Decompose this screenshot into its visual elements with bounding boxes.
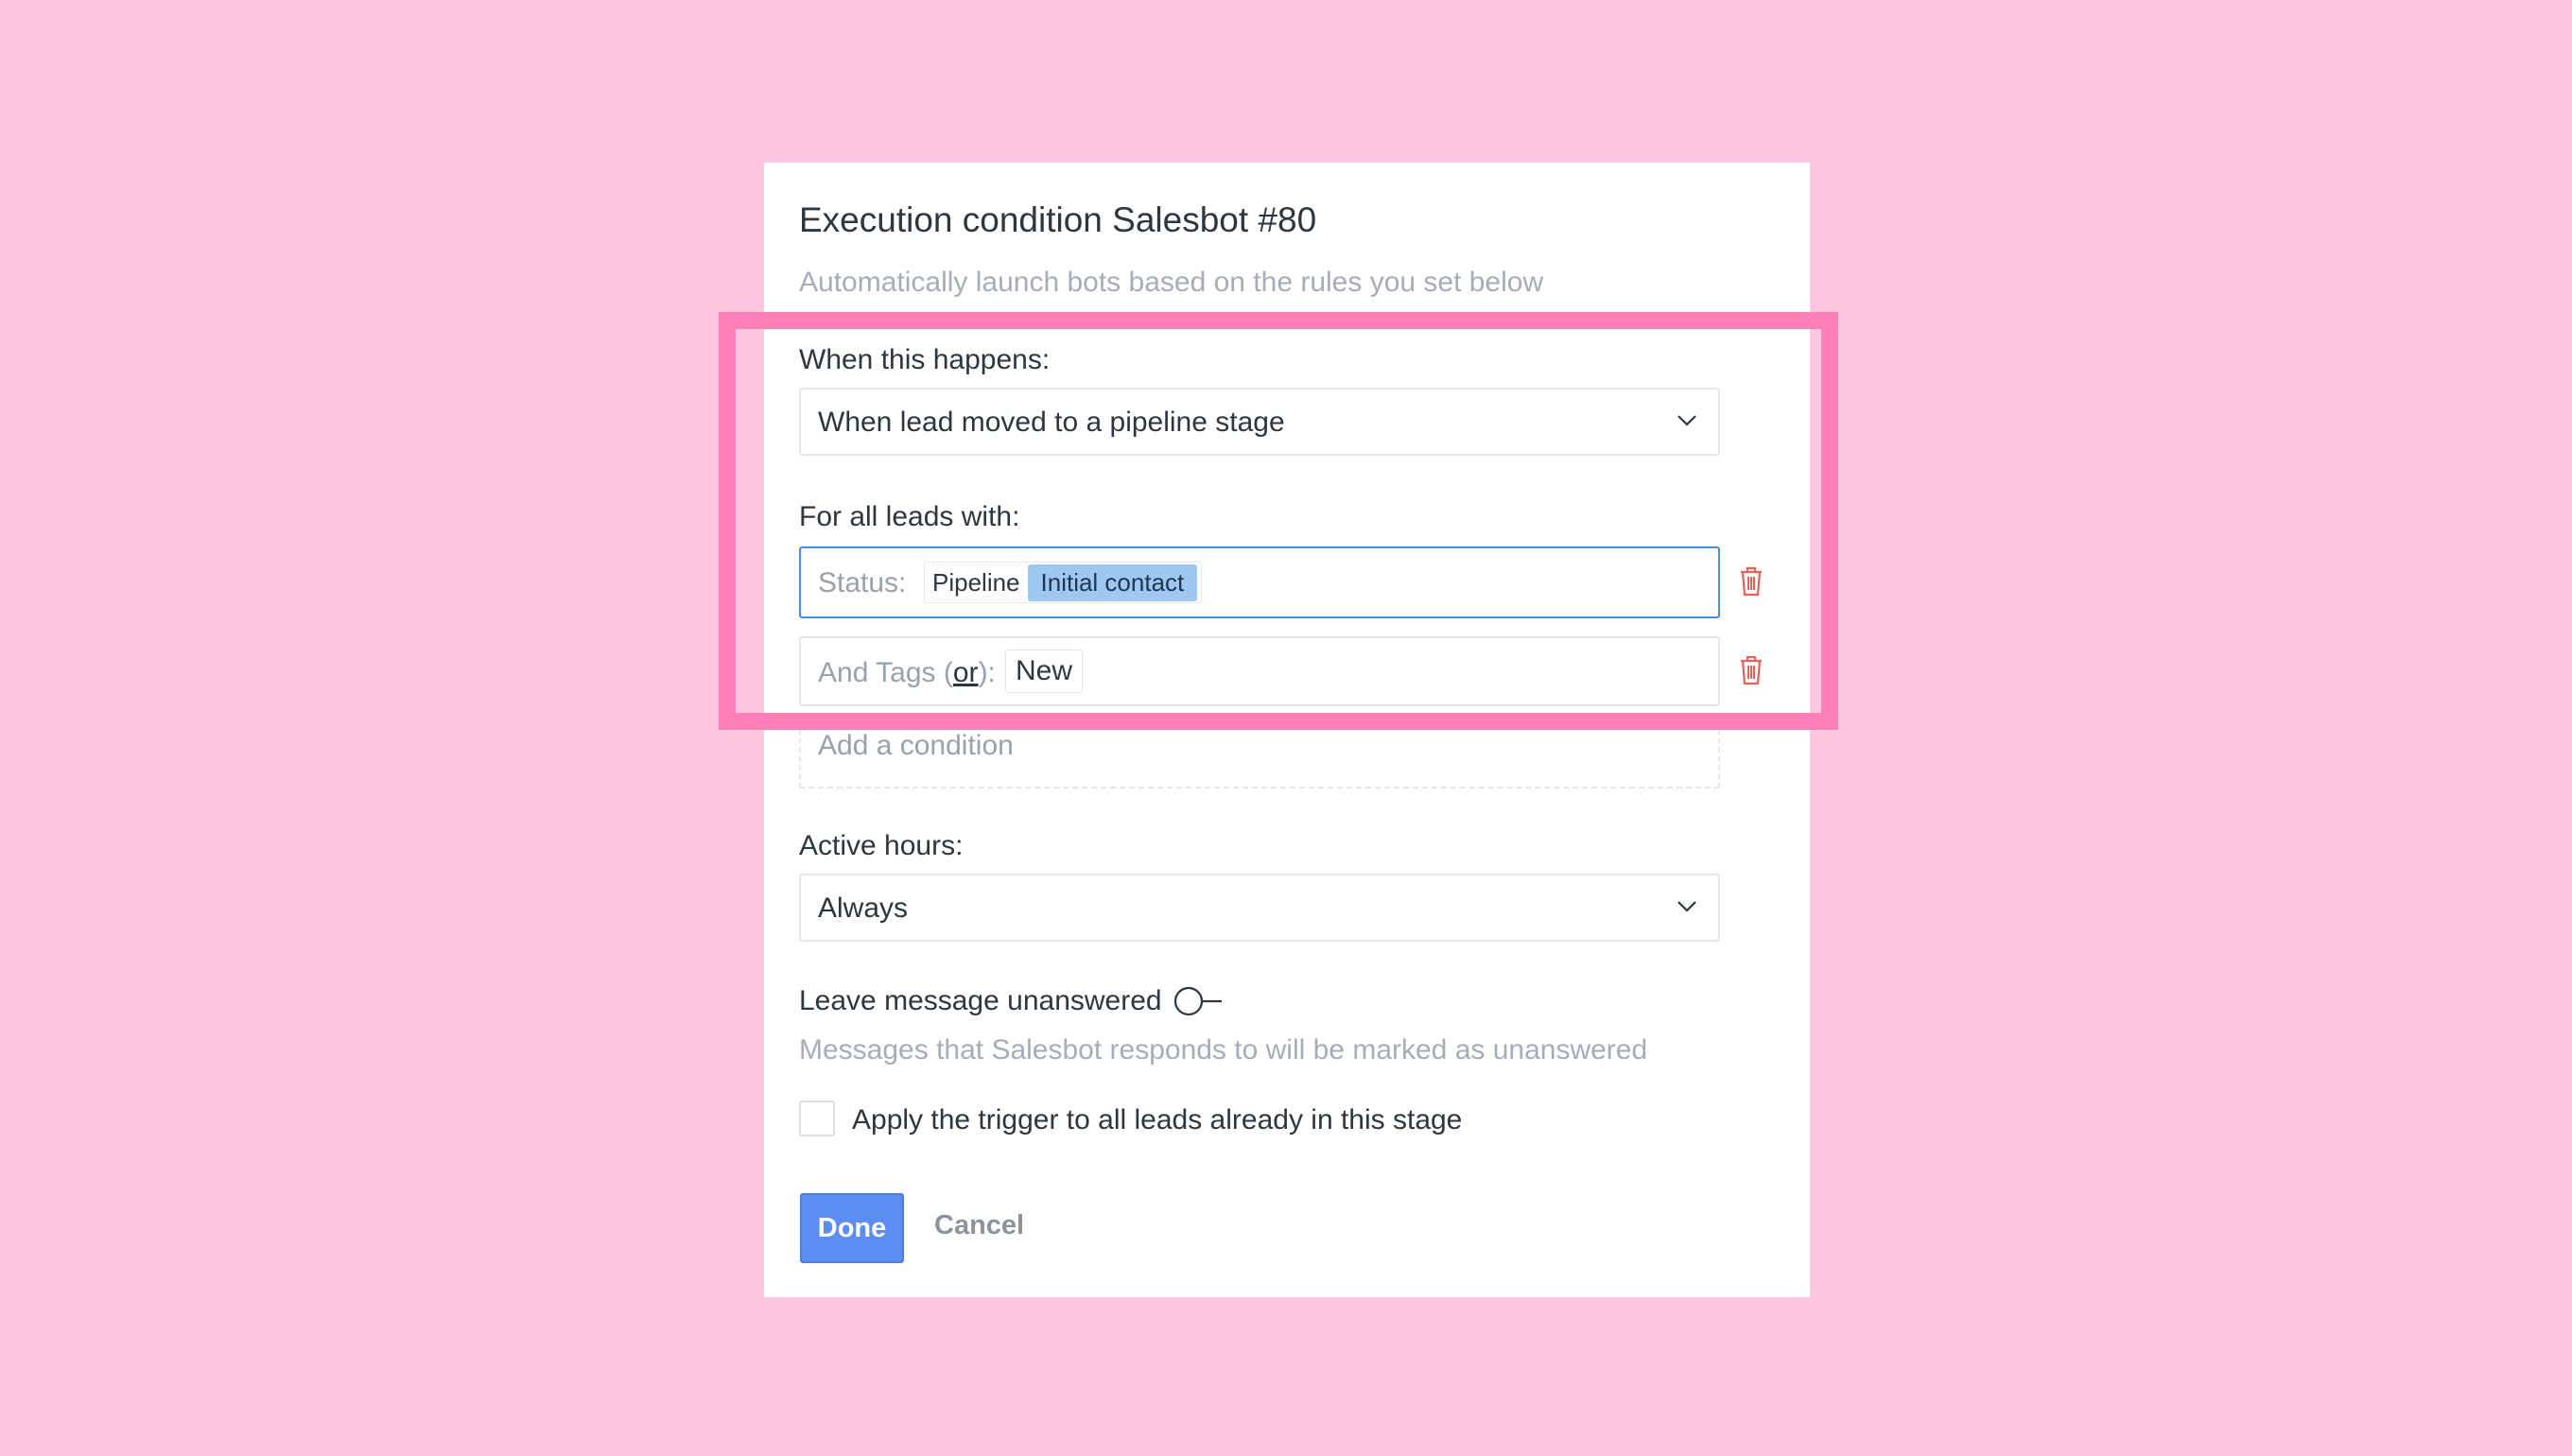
trigger-select[interactable]: When lead moved to a pipeline stage: [799, 388, 1720, 456]
apply-all-label: Apply the trigger to all leads already i…: [852, 1104, 1463, 1135]
trash-icon[interactable]: [1738, 565, 1764, 598]
tags-prefix: And Tags (or):: [818, 657, 996, 688]
unanswered-label: Leave message unanswered: [799, 985, 1162, 1016]
trigger-label: When this happens:: [799, 344, 1051, 375]
chevron-down-icon: [1677, 415, 1696, 426]
filters-label: For all leads with:: [799, 501, 1020, 532]
pipeline-name: Pipeline: [932, 567, 1020, 597]
status-chip[interactable]: Pipeline Initial contact: [924, 562, 1203, 603]
add-condition-label: Add a condition: [818, 730, 1014, 761]
stage-badge: Initial contact: [1027, 563, 1198, 601]
dialog-subtitle: Automatically launch bots based on the r…: [799, 267, 1544, 298]
dialog-title: Execution condition Salesbot #80: [799, 200, 1317, 239]
status-prefix: Status:: [818, 567, 907, 598]
salesbot-condition-dialog: Execution condition Salesbot #80 Automat…: [764, 163, 1810, 1297]
add-condition-button[interactable]: Add a condition: [799, 720, 1720, 789]
tags-condition-field[interactable]: And Tags (or): New: [799, 636, 1720, 706]
or-link[interactable]: or: [953, 657, 979, 688]
trigger-select-value: When lead moved to a pipeline stage: [818, 407, 1285, 438]
unanswered-hint: Messages that Salesbot responds to will …: [799, 1034, 1648, 1066]
trash-icon[interactable]: [1738, 654, 1764, 686]
tag-chip-new[interactable]: New: [1005, 650, 1084, 693]
status-condition-field[interactable]: Status: Pipeline Initial contact: [799, 546, 1720, 618]
chevron-down-icon: [1677, 901, 1696, 912]
done-button[interactable]: Done: [800, 1193, 904, 1263]
apply-all-checkbox[interactable]: [799, 1101, 835, 1136]
active-hours-select[interactable]: Always: [799, 874, 1720, 942]
unanswered-toggle[interactable]: [1173, 985, 1227, 1017]
active-hours-label: Active hours:: [799, 830, 964, 861]
cancel-button[interactable]: Cancel: [934, 1210, 1024, 1241]
active-hours-value: Always: [818, 893, 909, 924]
